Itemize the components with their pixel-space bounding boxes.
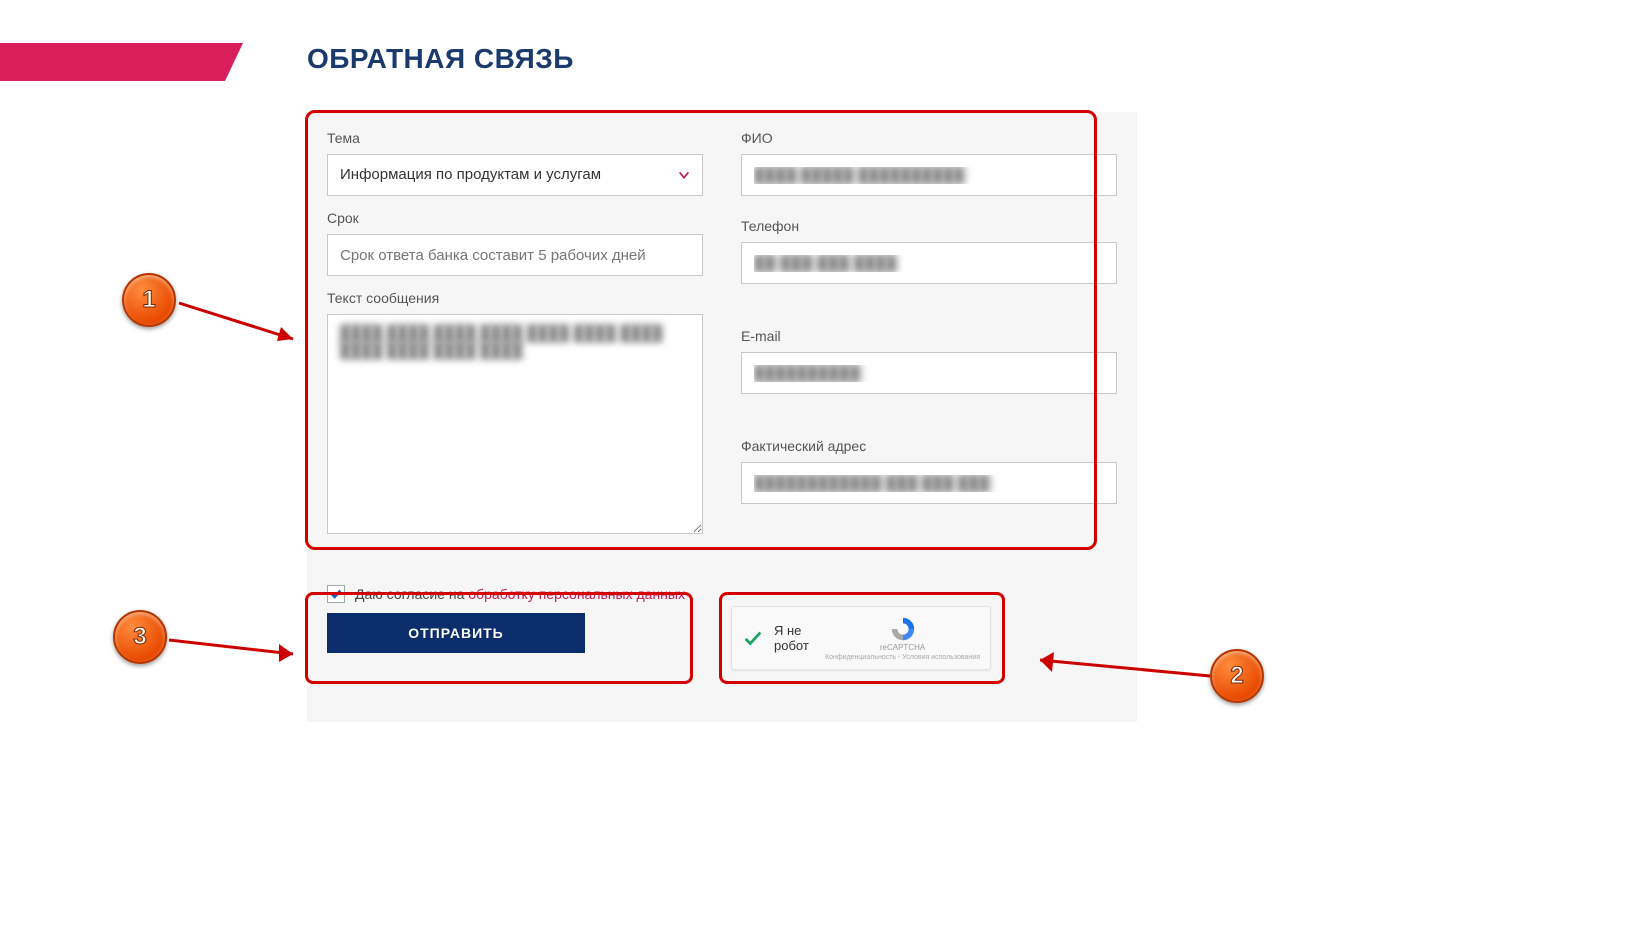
topic-select[interactable]: Информация по продуктам и услугам [327,154,703,196]
captcha-label: Я не робот [774,623,825,653]
captcha-brand: reCAPTCHA Конфиденциальность - Условия и… [825,615,980,661]
term-input [327,234,703,276]
annotation-arrow-1 [175,295,315,355]
captcha-brand-text: reCAPTCHA [880,643,925,652]
annotation-bubble-3: 3 [113,610,167,664]
checkmark-icon [742,627,764,649]
address-label: Фактический адрес [741,438,1117,454]
fio-label: ФИО [741,130,1117,146]
page-title: ОБРАТНАЯ СВЯЗЬ [307,43,574,75]
annotation-bubble-2: 2 [1210,649,1264,703]
address-input[interactable] [741,462,1117,504]
email-label: E-mail [741,328,1117,344]
recaptcha-icon [889,615,917,643]
message-label: Текст сообщения [327,290,703,306]
annotation-arrow-2 [1020,650,1220,690]
phone-label: Телефон [741,218,1117,234]
fio-input[interactable] [741,154,1117,196]
captcha-sub-text: Конфиденциальность - Условия использован… [825,654,980,661]
consent-text: Даю согласие на обработку персональных д… [355,586,685,602]
submit-button[interactable]: ОТПРАВИТЬ [327,613,585,653]
consent-prefix: Даю согласие на [355,586,468,602]
header-accent-bar [0,43,225,81]
topic-label: Тема [327,130,703,146]
term-label: Срок [327,210,703,226]
annotation-arrow-3 [165,630,315,670]
consent-link[interactable]: обработку персональных данных [468,586,685,602]
phone-input[interactable] [741,242,1117,284]
message-textarea[interactable] [327,314,703,534]
consent-checkbox[interactable] [327,585,345,603]
feedback-form-panel: Тема Информация по продуктам и услугам С… [307,112,1137,722]
annotation-bubble-1: 1 [122,273,176,327]
recaptcha-widget[interactable]: Я не робот reCAPTCHA Конфиденциальность … [731,606,991,670]
email-input[interactable] [741,352,1117,394]
